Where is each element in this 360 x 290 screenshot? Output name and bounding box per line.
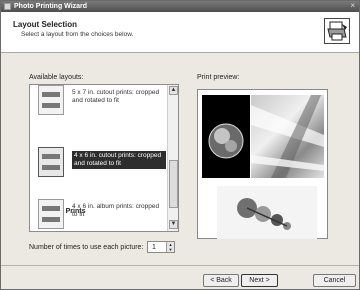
layouts-list[interactable]: 5 x 7 in. cutout prints: cropped and rot… — [29, 84, 179, 232]
copies-value[interactable]: 1 — [152, 244, 156, 251]
window-title: Photo Printing Wizard — [14, 3, 88, 10]
layout-thumbnail — [38, 85, 64, 115]
preview-photo-globe — [202, 95, 250, 178]
layout-item[interactable]: 4 x 6 in. album prints: cropped to fit — [30, 195, 168, 231]
print-preview-pane — [197, 89, 328, 239]
preview-photo-molecule — [217, 186, 317, 239]
available-layouts-label: Available layouts: — [29, 74, 84, 81]
copies-label: Number of times to use each picture: — [29, 244, 144, 251]
header-subtitle: Select a layout from the choices below. — [21, 31, 134, 38]
stepper-down-icon[interactable]: ▼ — [167, 247, 174, 252]
next-button[interactable]: Next > — [241, 274, 278, 287]
title-bar: Photo Printing Wizard × — [1, 1, 359, 12]
print-preview-label: Print preview: — [197, 74, 240, 81]
stepper-buttons[interactable]: ▲ ▼ — [166, 242, 174, 252]
layout-item-selected[interactable]: 4 x 6 in. cutout prints: cropped and rot… — [30, 143, 168, 179]
layouts-scrollbar[interactable]: ▲ ▼ — [167, 85, 178, 231]
scroll-thumb[interactable] — [169, 160, 178, 208]
app-icon — [4, 3, 11, 10]
close-icon[interactable]: × — [350, 1, 355, 11]
layout-thumbnail — [38, 147, 64, 177]
cancel-button[interactable]: Cancel — [313, 274, 356, 287]
back-button[interactable]: < Back — [203, 274, 239, 287]
scroll-down-icon[interactable]: ▼ — [169, 220, 178, 229]
preview-photo-abstract — [251, 95, 324, 178]
printer-icon — [324, 18, 350, 44]
layout-item-label: 4 x 6 in. cutout prints: cropped and rot… — [72, 151, 166, 169]
layout-thumbnail — [38, 199, 64, 229]
header-title: Layout Selection — [13, 20, 78, 29]
layout-item-label: 4 x 6 in. album prints: cropped to fit — [72, 203, 160, 218]
photo-printing-wizard-window: Photo Printing Wizard × Layout Selection… — [0, 0, 360, 290]
copies-stepper[interactable]: 1 ▲ ▼ — [147, 241, 175, 253]
wizard-header: Layout Selection Select a layout from th… — [1, 12, 359, 53]
layout-item-label: 5 x 7 in. cutout prints: cropped and rot… — [72, 89, 160, 104]
scroll-up-icon[interactable]: ▲ — [169, 86, 178, 95]
layout-item[interactable]: 5 x 7 in. cutout prints: cropped and rot… — [30, 85, 168, 117]
footer-divider — [1, 265, 359, 266]
